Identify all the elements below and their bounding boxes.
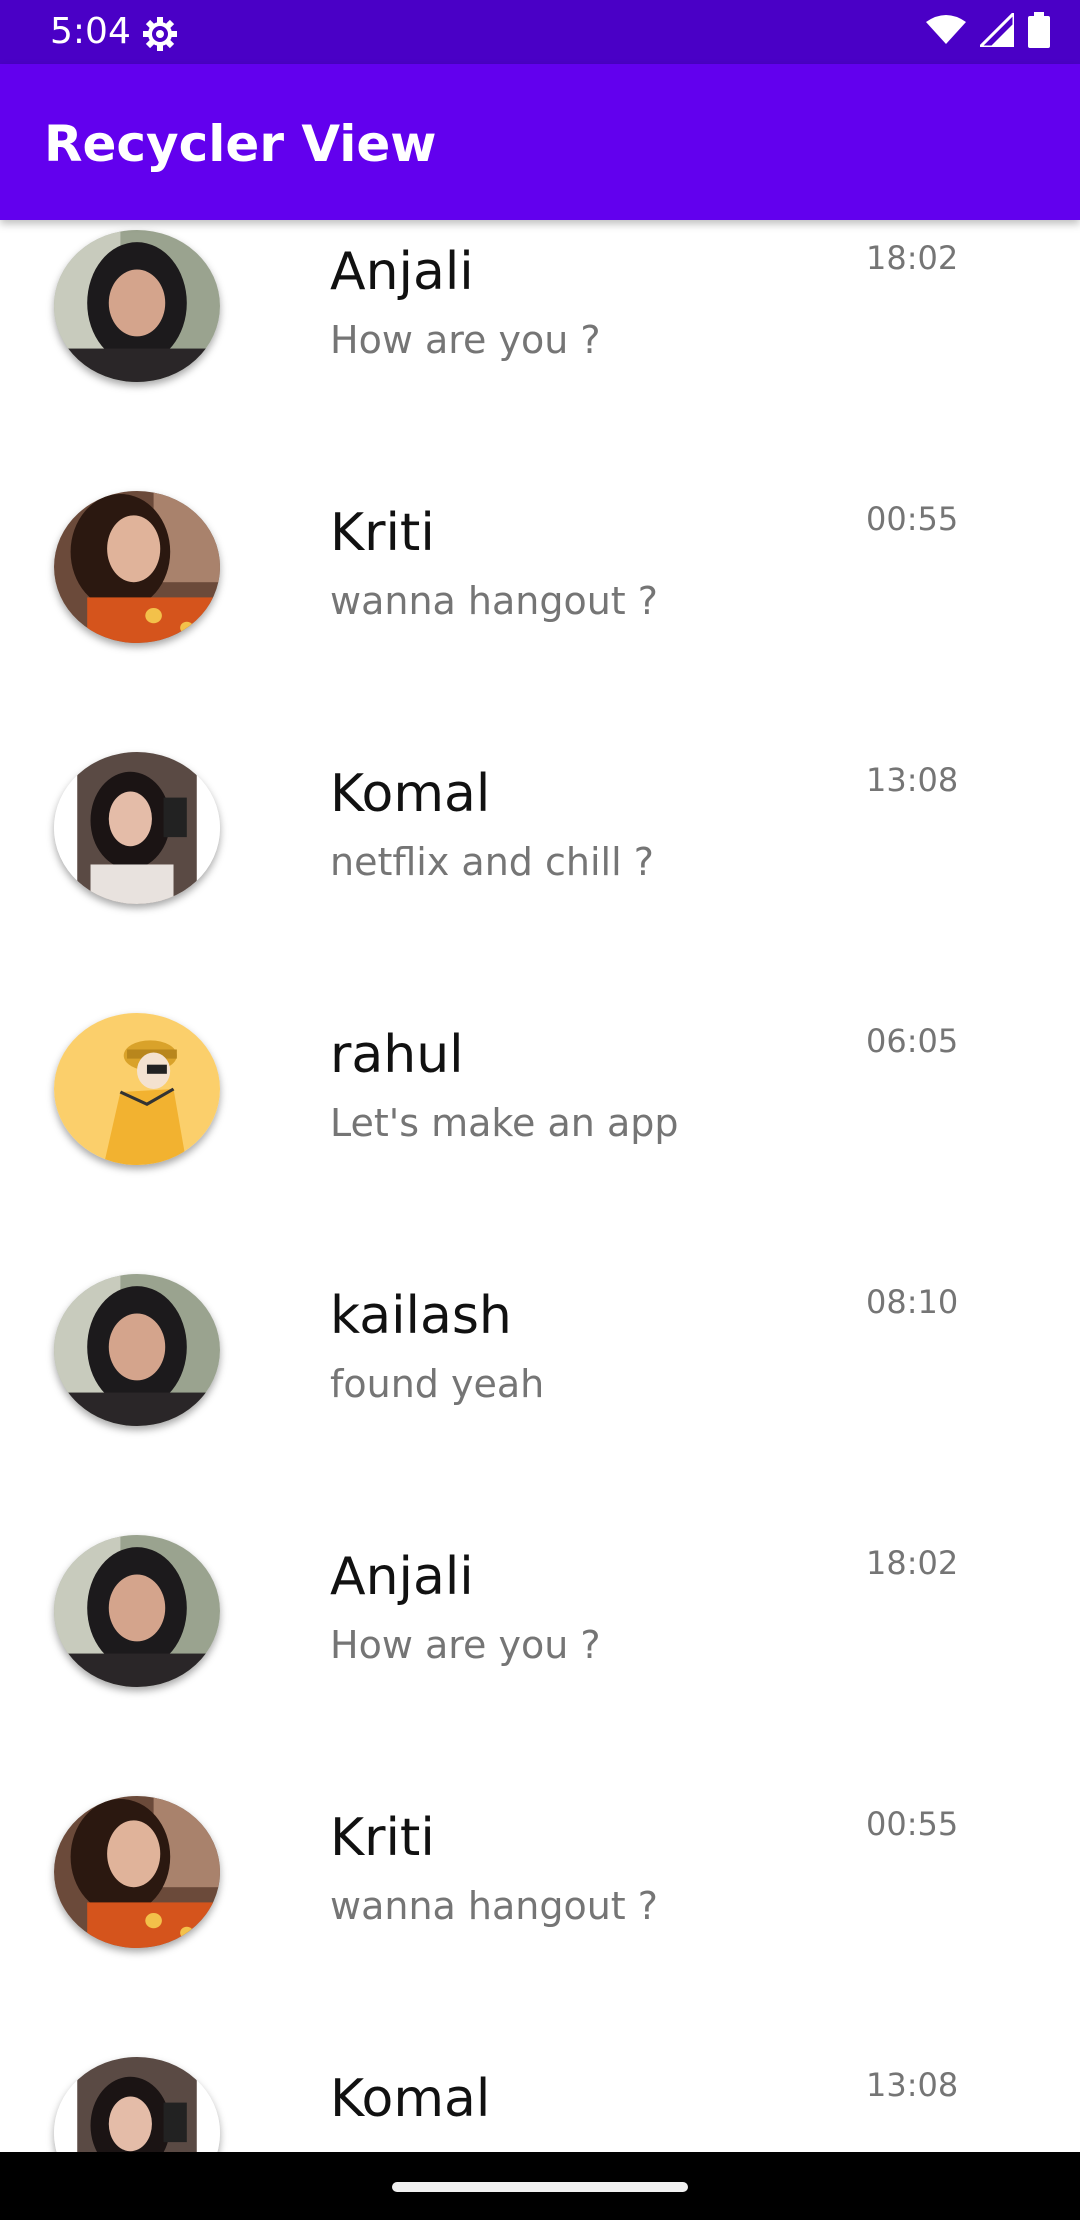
chat-message: found yeah (330, 1362, 545, 1406)
navigation-bar (0, 2152, 1080, 2220)
chat-list-item[interactable]: Kriti wanna hangout ? 00:55 (0, 437, 1080, 698)
chat-message: netflix and chill ? (330, 840, 654, 884)
chat-time: 13:08 (866, 761, 959, 799)
chat-list-item[interactable]: kailash found yeah 08:10 (0, 1220, 1080, 1481)
chat-message: wanna hangout ? (330, 579, 658, 623)
app-title: Recycler View (44, 115, 437, 173)
avatar (54, 1535, 220, 1687)
battery-icon (1028, 12, 1050, 52)
chat-list[interactable]: Anjali How are you ? 18:02 Kriti wanna h… (0, 220, 1080, 2152)
signal-icon (976, 9, 1016, 51)
avatar (54, 1013, 220, 1165)
avatar (54, 230, 220, 382)
avatar (54, 1274, 220, 1426)
status-time: 5:04 (50, 11, 131, 52)
chat-list-item[interactable]: Anjali How are you ? 18:02 (0, 220, 1080, 437)
chat-list-item[interactable]: Kriti wanna hangout ? 00:55 (0, 1742, 1080, 2003)
chat-list-item[interactable]: rahul Let's make an app 06:05 (0, 959, 1080, 1220)
chat-name: Kriti (330, 1808, 435, 1868)
home-gesture-handle[interactable] (392, 2182, 688, 2192)
chat-name: Komal (330, 2069, 491, 2129)
avatar (54, 1796, 220, 1948)
chat-time: 08:10 (866, 1283, 959, 1321)
chat-message: How are you ? (330, 1623, 601, 1667)
avatar (54, 2057, 220, 2152)
chat-list-item[interactable]: Komal 13:08 (0, 2003, 1080, 2152)
avatar (54, 752, 220, 904)
chat-name: Kriti (330, 503, 435, 563)
status-bar: 5:04 (0, 0, 1080, 64)
chat-message: wanna hangout ? (330, 1884, 658, 1928)
app-bar: Recycler View (0, 64, 1080, 220)
chat-name: kailash (330, 1286, 512, 1346)
chat-time: 00:55 (866, 500, 959, 538)
chat-message: Let's make an app (330, 1101, 679, 1145)
wifi-icon (926, 14, 966, 50)
chat-message: How are you ? (330, 318, 601, 362)
chat-time: 13:08 (866, 2066, 959, 2104)
chat-time: 18:02 (866, 1544, 959, 1582)
settings-gear-icon (140, 14, 180, 54)
chat-name: Anjali (330, 1547, 474, 1607)
chat-list-item[interactable]: Anjali How are you ? 18:02 (0, 1481, 1080, 1742)
chat-name: Anjali (330, 242, 474, 302)
status-icons (926, 9, 1050, 52)
chat-list-item[interactable]: Komal netflix and chill ? 13:08 (0, 698, 1080, 959)
avatar (54, 491, 220, 643)
chat-time: 00:55 (866, 1805, 959, 1843)
chat-time: 06:05 (866, 1022, 959, 1060)
chat-name: Komal (330, 764, 491, 824)
chat-name: rahul (330, 1025, 464, 1085)
chat-time: 18:02 (866, 239, 959, 277)
